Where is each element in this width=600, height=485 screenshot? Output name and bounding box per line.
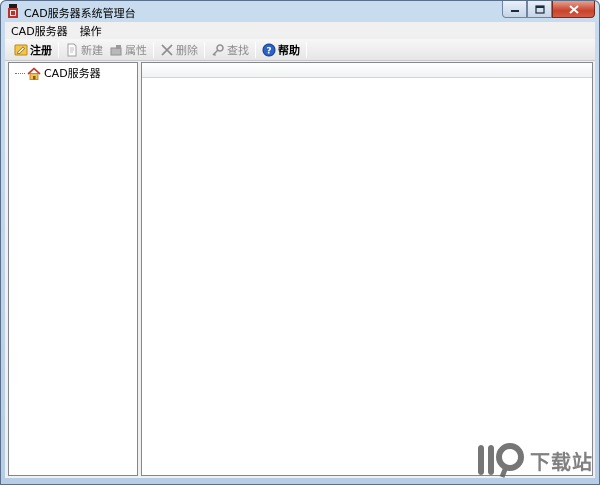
watermark-text: 下载站 [530,449,593,474]
help-button[interactable]: ? 帮助 [259,40,303,60]
toolbar-separator [255,41,256,58]
register-icon [14,44,28,55]
menu-operation[interactable]: 操作 [74,23,108,39]
menu-cad-server[interactable]: CAD服务器 [5,23,74,39]
new-button[interactable]: 新建 [62,40,106,60]
delete-x-icon [161,43,173,56]
minimize-button[interactable] [502,1,527,18]
new-doc-icon [67,43,77,56]
app-window: CAD服务器系统管理台 CAD服务器 操作 注册 新建 属性 删除 查找 ? 帮… [0,0,600,485]
list-header [142,63,592,78]
close-button[interactable] [552,1,595,18]
delete-button[interactable]: 删除 [157,40,201,60]
home-icon [27,66,41,80]
list-header-cell[interactable] [142,63,592,78]
minimize-icon [510,10,519,12]
maximize-button[interactable] [527,1,552,18]
register-button[interactable]: 注册 [11,40,55,60]
title-bar[interactable]: CAD服务器系统管理台 [1,1,599,22]
watermark-logo [478,443,524,478]
toolbar-separator [306,41,307,58]
properties-button[interactable]: 属性 [106,40,150,60]
cad-app-icon [8,4,18,18]
client-area: CAD服务器 [5,61,595,478]
toolbar-separator [58,41,59,58]
properties-icon [110,44,122,55]
menu-bar: CAD服务器 操作 [5,22,595,39]
delete-label: 删除 [176,43,198,57]
maximize-icon [534,4,545,14]
find-key-icon [212,43,224,56]
server-tree[interactable]: CAD服务器 [8,62,138,476]
tree-node-cad-server[interactable]: CAD服务器 [15,65,101,81]
toolbar: 注册 新建 属性 删除 查找 ? 帮助 [5,39,595,61]
toolbar-separator [204,41,205,58]
detail-list[interactable] [141,62,593,476]
help-icon: ? [262,43,276,56]
properties-label: 属性 [125,43,147,57]
svg-text:?: ? [266,46,271,56]
help-label: 帮助 [278,43,300,57]
window-title: CAD服务器系统管理台 [24,7,136,20]
caption-buttons [502,1,595,19]
site-watermark: 下载站 [476,440,593,480]
close-icon [568,4,579,14]
new-label: 新建 [81,43,103,57]
tree-connector [15,72,25,74]
tree-node-label: CAD服务器 [44,67,101,80]
find-label: 查找 [227,43,249,57]
find-button[interactable]: 查找 [208,40,252,60]
register-label: 注册 [30,43,52,57]
toolbar-separator [153,41,154,58]
